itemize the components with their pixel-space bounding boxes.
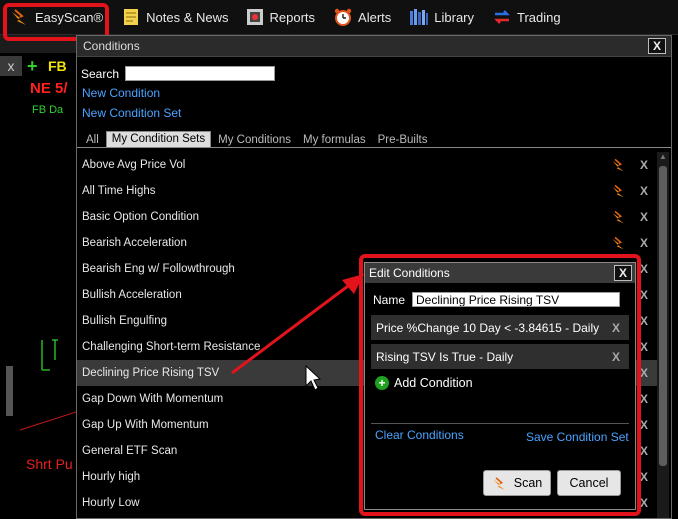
scroll-up-icon[interactable]: ▲ xyxy=(657,152,669,162)
delete-condition-set-button[interactable]: X xyxy=(640,288,648,302)
conditions-tabs: All My Condition Sets My Conditions My f… xyxy=(77,130,671,148)
new-condition-link[interactable]: New Condition xyxy=(82,86,160,100)
search-row: Search xyxy=(81,66,276,81)
condition-set-name: Gap Down With Momentum xyxy=(82,393,224,405)
delete-condition-set-button[interactable]: X xyxy=(640,184,648,198)
condition-set-name: Declining Price Rising TSV xyxy=(82,367,220,379)
delete-condition-set-button[interactable]: X xyxy=(640,444,648,458)
run-scan-icon[interactable] xyxy=(611,157,627,173)
condition-set-name: Bearish Acceleration xyxy=(82,237,187,249)
condition-set-name: Hourly high xyxy=(82,471,141,483)
menu-reports-label: Reports xyxy=(269,9,316,25)
add-symbol-icon[interactable]: + xyxy=(27,57,38,75)
menu-notes-news-label: Notes & News xyxy=(146,9,229,25)
delete-condition-set-button[interactable]: X xyxy=(640,392,648,406)
condition-set-row[interactable]: Bearish Acceleration X xyxy=(77,230,657,256)
menu-library[interactable]: Library xyxy=(405,2,480,32)
condition-set-name: Hourly Low xyxy=(82,497,140,509)
condition-set-name: Bearish Eng w/ Followthrough xyxy=(82,263,235,275)
new-condition-set-link[interactable]: New Condition Set xyxy=(82,106,181,120)
delete-condition-set-button[interactable]: X xyxy=(640,418,648,432)
delete-condition-set-button[interactable]: X xyxy=(640,158,648,172)
tab-pre-builts[interactable]: Pre-Builts xyxy=(373,133,433,147)
condition-set-row[interactable]: Basic Option Condition X xyxy=(77,204,657,230)
search-label: Search xyxy=(81,66,120,81)
delete-condition-set-button[interactable]: X xyxy=(640,470,648,484)
menu-trading[interactable]: Trading xyxy=(488,2,567,32)
tab-my-condition-sets[interactable]: My Condition Sets xyxy=(105,131,212,147)
tab-all[interactable]: All xyxy=(81,133,104,147)
condition-set-name: General ETF Scan xyxy=(82,445,178,457)
condition-set-name: Above Avg Price Vol xyxy=(82,159,186,171)
menu-trading-label: Trading xyxy=(517,9,561,25)
alarm-clock-icon xyxy=(334,8,352,26)
scroll-thumb[interactable] xyxy=(659,166,667,466)
condition-set-name: Gap Up With Momentum xyxy=(82,419,209,431)
chart-tool-button[interactable]: x xyxy=(0,56,22,76)
conditions-close-button[interactable]: X xyxy=(648,38,666,54)
condition-set-name: Challenging Short-term Resistance xyxy=(82,341,261,353)
condition-set-row[interactable]: Above Avg Price Vol X xyxy=(77,152,657,178)
delete-condition-set-button[interactable]: X xyxy=(640,210,648,224)
condition-set-name: Basic Option Condition xyxy=(82,211,199,223)
conditions-title: Conditions xyxy=(77,36,671,57)
delete-condition-set-button[interactable]: X xyxy=(640,262,648,276)
menu-reports[interactable]: Reports xyxy=(241,2,322,32)
run-scan-icon[interactable] xyxy=(611,183,627,199)
notes-icon xyxy=(124,9,139,25)
chart-small-label: FB Da xyxy=(32,104,64,116)
delete-condition-set-button[interactable]: X xyxy=(640,496,648,510)
trading-icon xyxy=(494,10,510,24)
condition-set-row[interactable]: All Time Highs X xyxy=(77,178,657,204)
chart-bottom-label: Shrt Pu xyxy=(26,456,73,472)
delete-condition-set-button[interactable]: X xyxy=(640,236,648,250)
menu-alerts-label: Alerts xyxy=(358,9,392,25)
reports-icon xyxy=(246,9,263,25)
tab-my-conditions[interactable]: My Conditions xyxy=(213,133,296,147)
condition-set-name: Bullish Engulfing xyxy=(82,315,168,327)
list-scrollbar[interactable]: ▲ xyxy=(657,152,669,518)
run-scan-icon[interactable] xyxy=(611,209,627,225)
chart-symbol: FB xyxy=(48,58,67,74)
edit-dialog-highlight xyxy=(359,254,641,516)
chart-ticker-line: NE 5/ xyxy=(30,80,68,97)
menu-library-label: Library xyxy=(434,9,475,25)
tab-my-formulas[interactable]: My formulas xyxy=(298,133,371,147)
delete-condition-set-button[interactable]: X xyxy=(640,314,648,328)
menu-alerts[interactable]: Alerts xyxy=(329,2,397,32)
run-scan-icon[interactable] xyxy=(611,235,627,251)
condition-set-name: Bullish Acceleration xyxy=(82,289,182,301)
library-icon xyxy=(410,9,429,25)
search-input[interactable] xyxy=(125,66,276,81)
condition-set-name: All Time Highs xyxy=(82,185,156,197)
delete-condition-set-button[interactable]: X xyxy=(640,366,648,380)
menu-notes-news[interactable]: Notes & News xyxy=(117,2,234,32)
delete-condition-set-button[interactable]: X xyxy=(640,340,648,354)
chart-lines xyxy=(6,339,76,431)
